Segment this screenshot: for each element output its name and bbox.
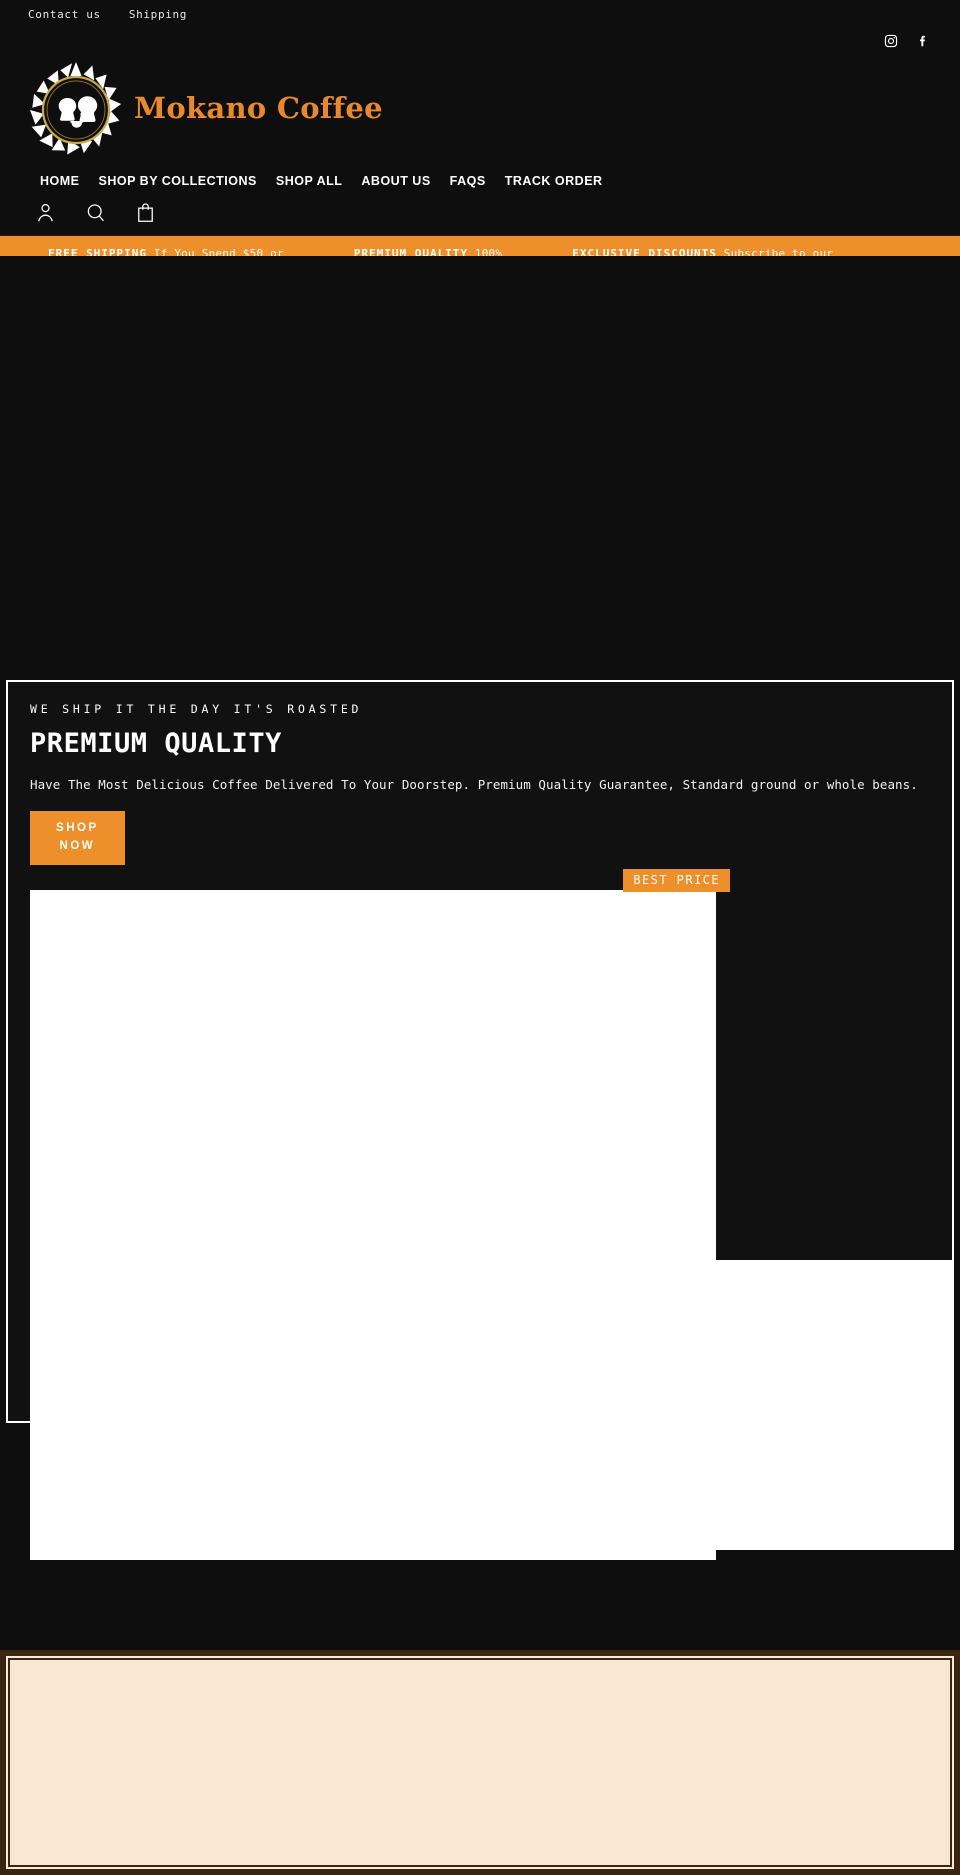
hero-banner [0,256,960,674]
nav-shop-all[interactable]: SHOP ALL [276,168,362,194]
page-title: PREMIUM QUALITY [30,728,282,759]
announcement-item: EXCLUSIVE DISCOUNTS Subscribe to our [572,247,833,256]
announcement-item: FREE SHIPPING If You Spend $50 or [48,247,284,256]
main-navigation: HOME SHOP BY COLLECTIONS SHOP ALL ABOUT … [0,164,960,194]
announcement-track: FREE SHIPPING If You Spend $50 or PREMIU… [0,247,960,256]
announcement-text: 100% [474,247,503,256]
feature-body [10,1660,950,1865]
nav-shop-by-collections[interactable]: SHOP BY COLLECTIONS [99,168,276,194]
header-icon-row [0,194,960,235]
announcement-headline: FREE SHIPPING [48,247,147,256]
nav-about-us[interactable]: ABOUT US [361,168,449,194]
announcement-headline: EXCLUSIVE DISCOUNTS [572,247,717,256]
product-image-secondary[interactable] [38,1259,954,1550]
cart-icon[interactable] [136,202,155,223]
promo-subtitle: Have The Most Delicious Coffee Delivered… [30,777,918,792]
shop-now-button[interactable]: SHOP NOW [30,811,125,865]
shop-now-line-2: NOW [59,839,96,852]
search-icon[interactable] [86,202,105,223]
nav-track-order[interactable]: TRACK ORDER [505,168,622,194]
announcement-text: If You Spend $50 or [153,247,284,256]
announcement-item: PREMIUM QUALITY 100% [354,247,502,256]
instagram-icon[interactable] [884,34,898,48]
feature-section [0,1650,960,1875]
brand-header[interactable]: Mokano Coffee [0,54,960,164]
feature-frame [6,1656,954,1869]
promo-panel: WE SHIP IT THE DAY IT'S ROASTED PREMIUM … [6,680,954,1560]
shipping-link[interactable]: Shipping [129,8,187,21]
social-links [0,28,960,54]
contact-us-link[interactable]: Contact us [28,8,101,21]
utility-bar: Contact us Shipping [0,0,960,28]
account-icon[interactable] [36,202,55,223]
logo-icon [30,62,122,155]
promo-copy: WE SHIP IT THE DAY IT'S ROASTED PREMIUM … [8,702,952,865]
brand-name: Mokano Coffee [134,90,383,125]
promo-eyebrow: WE SHIP IT THE DAY IT'S ROASTED [30,702,363,716]
product-media-stack: BEST PRICE [8,868,954,1560]
nav-faqs[interactable]: FAQS [450,168,505,194]
facebook-icon[interactable] [916,34,930,48]
status-badge: BEST PRICE [623,868,730,892]
announcement-bar: FREE SHIPPING If You Spend $50 or PREMIU… [0,235,960,256]
nav-home[interactable]: HOME [40,168,99,194]
announcement-headline: PREMIUM QUALITY [353,247,469,256]
announcement-text: Subscribe to our [723,247,834,256]
shop-now-line-1: SHOP [56,822,99,834]
